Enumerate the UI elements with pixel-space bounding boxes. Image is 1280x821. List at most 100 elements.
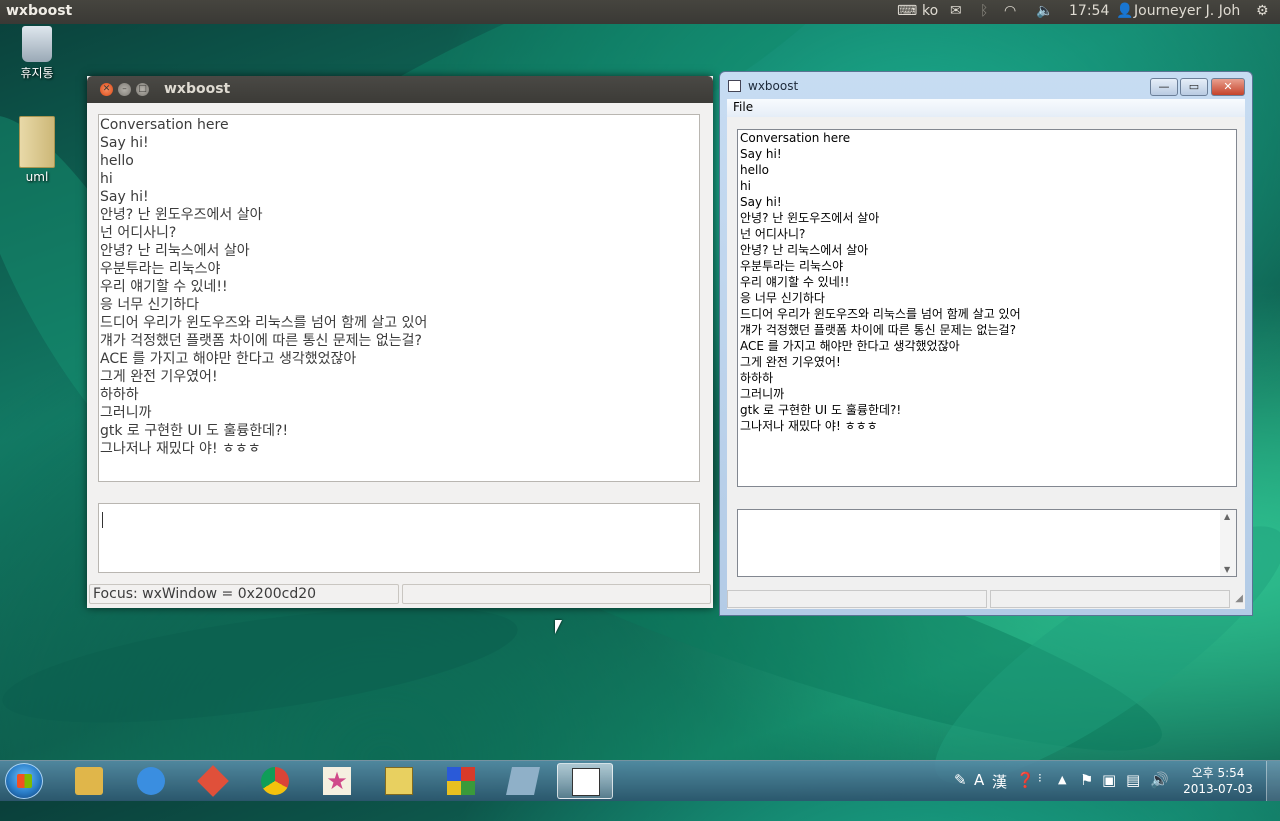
git-icon [197, 765, 229, 797]
conversation-line: hello [740, 163, 769, 177]
text-caret [102, 512, 103, 528]
conversation-line: 우리 얘기할 수 있네!! [100, 279, 228, 295]
start-button[interactable] [5, 763, 43, 799]
window-title: wxboost [164, 81, 231, 97]
close-icon[interactable]: ✕ [1211, 78, 1245, 96]
maximize-icon[interactable]: □ [136, 83, 149, 96]
file-explorer-icon [75, 767, 103, 795]
folder-icon [19, 116, 55, 168]
app-window-icon [728, 80, 741, 92]
ubuntu-wxboost-window[interactable]: ✕ – □ wxboost Conversation here Say hi! … [87, 76, 713, 608]
conversation-line: Say hi! [740, 147, 782, 161]
window-client-area: File Conversation here Say hi! hello hi … [727, 99, 1245, 609]
conversation-line: 안녕? 난 리눅스에서 살아 [100, 243, 250, 259]
conversation-line: 하하하 [740, 371, 774, 385]
conversation-line: Say hi! [100, 189, 149, 205]
desktop-icon-label: 휴지통 [20, 66, 54, 80]
colorful-app-icon [447, 767, 475, 795]
panel-clock[interactable]: 17:54 [1069, 3, 1109, 19]
conversation-line: Say hi! [740, 195, 782, 209]
taskbar-item-ie[interactable] [123, 763, 179, 799]
gear-icon[interactable]: ⚙ [1256, 3, 1269, 19]
conversation-line: 응 너무 신기하다 [740, 291, 825, 305]
taskbar-item-program[interactable] [371, 763, 427, 799]
trash-icon [22, 26, 52, 62]
help-icon[interactable]: ❓ [1016, 771, 1035, 789]
minimize-icon[interactable]: – [118, 83, 131, 96]
user-name[interactable]: Journeyer J. Joh [1134, 3, 1240, 19]
ime-mode-a[interactable]: A [974, 771, 984, 789]
ime-hanja[interactable]: 漢 [992, 771, 1007, 792]
status-bar: Focus: wxWindow = 0x200cd20 [89, 584, 711, 606]
action-center-flag-icon[interactable]: ⚑ [1080, 771, 1093, 789]
wifi-icon[interactable]: ◠ [1004, 3, 1016, 19]
desktop-icon-trash[interactable]: 휴지통 [7, 26, 67, 81]
conversation-line: 안녕? 난 윈도우즈에서 살아 [100, 207, 263, 223]
bluetooth-icon[interactable]: ᛒ [980, 3, 988, 19]
conversation-line: 그게 완전 기우였어! [740, 355, 841, 369]
conversation-line: gtk 로 구현한 UI 도 훌륭한데?! [100, 423, 289, 439]
minimize-icon[interactable]: — [1150, 78, 1178, 96]
conversation-line: gtk 로 구현한 UI 도 훌륭한데?! [740, 403, 902, 417]
menu-bar: File [727, 99, 1245, 117]
conversation-line: hi [100, 171, 113, 187]
taskbar-item-colorful-app[interactable] [433, 763, 489, 799]
menu-file[interactable]: File [733, 100, 753, 114]
taskbar-item-chrome[interactable] [247, 763, 303, 799]
message-input[interactable]: ▲ ▼ [737, 509, 1237, 577]
taskbar-item-explorer[interactable] [61, 763, 117, 799]
conversation-line: hello [100, 153, 134, 169]
maximize-icon[interactable]: ▭ [1180, 78, 1208, 96]
mouse-cursor-icon [555, 620, 562, 634]
close-icon[interactable]: ✕ [100, 83, 113, 96]
safely-remove-hardware-icon[interactable]: ▣ [1102, 771, 1116, 789]
conversation-line: hi [740, 179, 751, 193]
volume-muted-icon[interactable]: 🔈 [1036, 3, 1053, 19]
status-field-empty [402, 584, 711, 604]
status-bar: ◢ [727, 589, 1245, 609]
network-icon[interactable]: ▤ [1126, 771, 1140, 789]
mail-icon[interactable]: ✉ [950, 3, 962, 19]
window-titlebar[interactable]: wxboost — ▭ ✕ [720, 72, 1252, 102]
taskbar-item-notes-app[interactable] [495, 763, 551, 799]
notes-app-icon [506, 767, 540, 795]
conversation-line: 하하하 [100, 387, 139, 403]
desktop-icon-uml[interactable]: uml [7, 116, 67, 184]
show-desktop-button[interactable] [1266, 761, 1280, 801]
chrome-icon [261, 767, 289, 795]
conversation-line: Say hi! [100, 135, 149, 151]
taskbar-clock[interactable]: 오후 5:54 2013-07-03 [1180, 765, 1256, 797]
top-panel: wxboost ⌨ ko ✉ ᛒ ◠ 🔈 17:54 👤 Journeyer J… [0, 0, 1280, 24]
taskbar-item-git[interactable] [185, 763, 241, 799]
wxboost-taskbar-icon [572, 768, 600, 796]
language-bar-icon[interactable]: ✎ [954, 771, 967, 789]
window-titlebar[interactable]: ✕ – □ wxboost [87, 76, 713, 103]
conversation-textarea[interactable]: Conversation here Say hi! hello hi Say h… [737, 129, 1237, 487]
scroll-up-icon[interactable]: ▲ [1224, 512, 1230, 521]
resize-grip-icon[interactable]: ◢ [1235, 593, 1243, 604]
show-hidden-icons-icon[interactable]: ▲ [1058, 773, 1066, 786]
keyboard-layout[interactable]: ko [922, 3, 938, 19]
conversation-line: 걔가 걱정했던 플랫폼 차이에 따른 통신 문제는 없는걸? [100, 333, 422, 349]
conversation-line: 넌 어디사니? [740, 227, 806, 241]
user-icon: 👤 [1116, 3, 1134, 19]
taskbar-item-starred-app[interactable]: ★ [309, 763, 365, 799]
scroll-down-icon[interactable]: ▼ [1224, 565, 1230, 574]
vertical-scrollbar[interactable]: ▲ ▼ [1220, 510, 1236, 576]
options-icon[interactable]: ⁝ [1038, 771, 1042, 785]
conversation-line: 우분투라는 리눅스야 [100, 261, 221, 277]
keyboard-icon[interactable]: ⌨ [897, 3, 917, 19]
conversation-textarea[interactable]: Conversation here Say hi! hello hi Say h… [98, 114, 700, 482]
windows-wxboost-window[interactable]: wxboost — ▭ ✕ File Conversation here Say… [719, 71, 1253, 616]
volume-icon[interactable]: 🔊 [1150, 771, 1169, 789]
taskbar-item-wxboost[interactable] [557, 763, 613, 799]
message-input[interactable] [98, 503, 700, 573]
conversation-line: 그나저나 재밌다 야! ㅎㅎㅎ [100, 441, 261, 457]
conversation-line: 드디어 우리가 윈도우즈와 리눅스를 넘어 함께 살고 있어 [740, 307, 1021, 321]
conversation-line: ACE 를 가지고 해야만 한다고 생각했었잖아 [740, 339, 960, 353]
status-field-empty [727, 590, 987, 608]
status-focus-text: Focus: wxWindow = 0x200cd20 [89, 584, 399, 604]
conversation-line: Conversation here [740, 131, 851, 145]
conversation-line: 응 너무 신기하다 [100, 297, 200, 313]
window-title: wxboost [748, 79, 799, 93]
